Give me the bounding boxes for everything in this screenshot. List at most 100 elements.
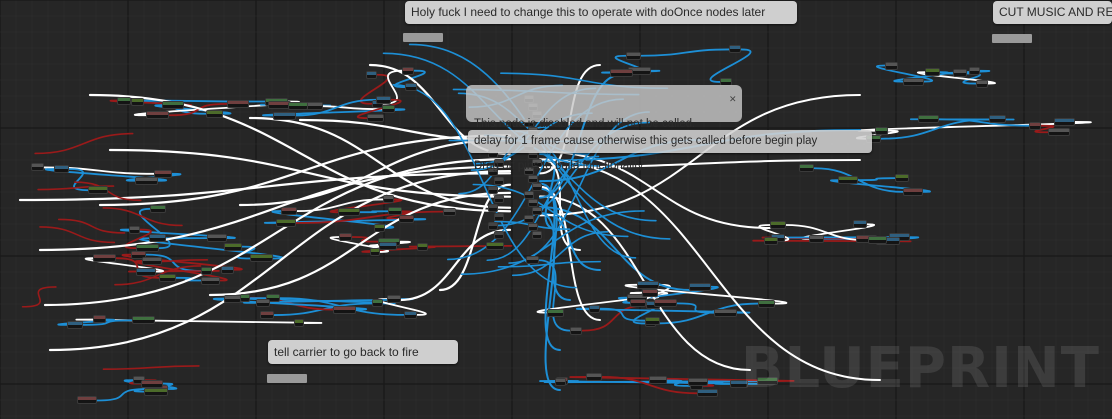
graph-node[interactable]: [641, 288, 659, 297]
graph-node[interactable]: [1047, 128, 1070, 137]
graph-node[interactable]: [135, 176, 158, 185]
comment-right-handle[interactable]: [992, 34, 1032, 43]
graph-node[interactable]: [381, 105, 395, 114]
comment-fire[interactable]: tell carrier to go back to fire: [268, 340, 458, 364]
graph-node[interactable]: [649, 376, 667, 385]
graph-node[interactable]: [903, 187, 924, 196]
graph-node[interactable]: [206, 234, 227, 243]
graph-node[interactable]: [852, 220, 867, 229]
graph-node[interactable]: [570, 326, 583, 335]
graph-node[interactable]: [758, 299, 776, 308]
graph-node[interactable]: [128, 225, 140, 234]
graph-node[interactable]: [442, 207, 457, 216]
graph-node[interactable]: [272, 111, 296, 120]
graph-node[interactable]: [367, 114, 385, 123]
graph-node[interactable]: [366, 70, 378, 79]
graph-node[interactable]: [92, 254, 116, 263]
comment-top[interactable]: Holy fuck I need to change this to opera…: [405, 1, 797, 24]
graph-node[interactable]: [799, 164, 815, 173]
graph-node[interactable]: [275, 218, 296, 227]
graph-node[interactable]: [729, 45, 742, 54]
graph-node[interactable]: [968, 66, 981, 75]
graph-node[interactable]: [372, 299, 384, 308]
graph-node[interactable]: [54, 164, 69, 173]
graph-node[interactable]: [383, 195, 394, 204]
graph-node[interactable]: [713, 308, 738, 317]
graph-node[interactable]: [249, 254, 273, 263]
graph-node[interactable]: [524, 215, 534, 223]
graph-node[interactable]: [837, 176, 859, 185]
graph-node[interactable]: [200, 266, 213, 275]
graph-node[interactable]: [902, 77, 924, 86]
graph-node[interactable]: [403, 310, 417, 319]
graph-node[interactable]: [150, 204, 166, 213]
graph-node[interactable]: [894, 174, 910, 183]
graph-node[interactable]: [280, 207, 298, 216]
close-icon[interactable]: ✕: [729, 95, 737, 104]
comment-fire-handle[interactable]: [267, 374, 307, 383]
graph-node[interactable]: [146, 111, 170, 120]
graph-node[interactable]: [255, 298, 270, 307]
graph-node[interactable]: [645, 316, 660, 325]
graph-node[interactable]: [224, 242, 242, 251]
graph-node[interactable]: [260, 311, 275, 320]
graph-node[interactable]: [141, 379, 163, 388]
graph-node[interactable]: [697, 389, 719, 398]
graph-node[interactable]: [532, 231, 542, 239]
graph-node[interactable]: [131, 316, 156, 325]
graph-node[interactable]: [405, 83, 417, 92]
graph-node[interactable]: [546, 308, 564, 317]
graph-node[interactable]: [130, 98, 144, 107]
graph-node[interactable]: [989, 115, 1007, 124]
graph-node[interactable]: [93, 315, 106, 324]
graph-node[interactable]: [636, 280, 660, 289]
graph-node[interactable]: [162, 101, 185, 110]
graph-node[interactable]: [66, 320, 84, 329]
graph-node[interactable]: [952, 69, 968, 78]
graph-node[interactable]: [224, 294, 242, 303]
graph-node[interactable]: [337, 208, 361, 217]
graph-node[interactable]: [142, 256, 163, 265]
graph-node[interactable]: [626, 51, 641, 60]
graph-node[interactable]: [338, 232, 352, 241]
graph-node[interactable]: [687, 377, 708, 386]
graph-node[interactable]: [239, 293, 251, 302]
graph-node[interactable]: [117, 96, 132, 105]
graph-node[interactable]: [885, 61, 899, 70]
graph-node[interactable]: [629, 298, 647, 307]
graph-node[interactable]: [201, 276, 221, 285]
graph-node[interactable]: [924, 68, 940, 77]
blueprint-graph-canvas[interactable]: Holy fuck I need to change this to opera…: [0, 0, 1112, 419]
graph-node[interactable]: [494, 231, 504, 239]
graph-node[interactable]: [588, 304, 600, 313]
graph-node[interactable]: [1028, 121, 1042, 130]
graph-node[interactable]: [809, 234, 824, 243]
comment-top-handle[interactable]: [403, 33, 443, 42]
comment-right[interactable]: CUT MUSIC AND RE: [993, 1, 1112, 24]
graph-node[interactable]: [376, 95, 392, 104]
graph-node[interactable]: [764, 236, 778, 245]
graph-node[interactable]: [874, 126, 889, 135]
graph-node[interactable]: [149, 234, 167, 243]
graph-node[interactable]: [917, 115, 940, 124]
graph-node[interactable]: [610, 68, 634, 77]
graph-node[interactable]: [159, 273, 176, 282]
graph-node[interactable]: [654, 299, 678, 308]
graph-node[interactable]: [293, 319, 305, 328]
graph-node[interactable]: [1053, 117, 1075, 126]
graph-node[interactable]: [374, 223, 385, 232]
graph-node[interactable]: [554, 378, 567, 387]
comment-delay[interactable]: delay for 1 frame cause otherwise this g…: [468, 130, 872, 153]
graph-node[interactable]: [486, 241, 505, 250]
graph-node[interactable]: [205, 109, 224, 118]
graph-node[interactable]: [135, 267, 157, 276]
graph-node[interactable]: [585, 372, 603, 381]
disabled-node-notice[interactable]: This node is disabled and will not be ca…: [466, 85, 742, 172]
graph-node[interactable]: [402, 66, 415, 75]
graph-node[interactable]: [416, 242, 428, 251]
graph-node[interactable]: [220, 265, 234, 274]
graph-node[interactable]: [287, 101, 309, 110]
graph-node[interactable]: [688, 282, 712, 291]
graph-node[interactable]: [77, 396, 97, 405]
graph-node[interactable]: [144, 387, 169, 396]
